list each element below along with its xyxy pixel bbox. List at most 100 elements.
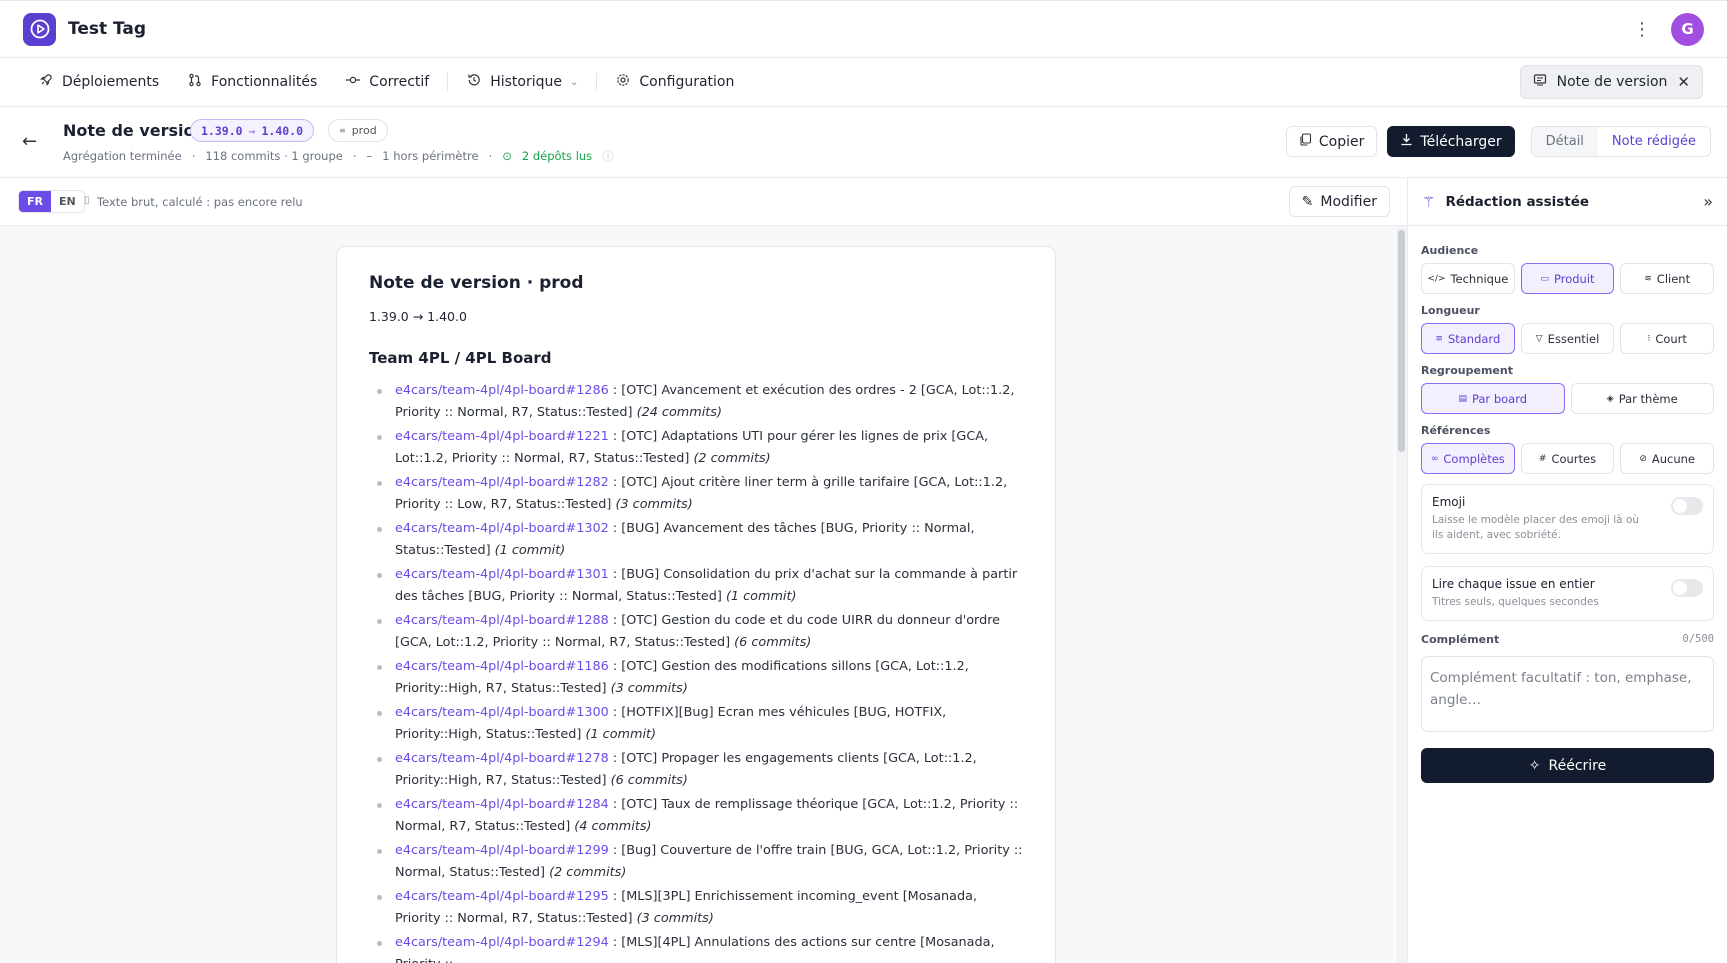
note-range: 1.39.0 → 1.40.0 [369, 309, 467, 324]
note-viewer[interactable]: Note de version · prod 1.39.0 → 1.40.0 T… [0, 226, 1395, 963]
back-arrow-icon[interactable]: ← [22, 131, 37, 152]
issue-link[interactable]: e4cars/team-4pl/4pl-board#1300 [395, 705, 609, 720]
option-label: Client [1656, 271, 1691, 286]
issue-link[interactable]: e4cars/team-4pl/4pl-board#1294 [395, 935, 609, 950]
server-icon: ≡ [339, 126, 346, 135]
audience-client-option[interactable]: ≋ Client [1620, 263, 1715, 294]
issue-link[interactable]: e4cars/team-4pl/4pl-board#1288 [395, 613, 609, 628]
issue-link[interactable]: e4cars/team-4pl/4pl-board#1278 [395, 751, 609, 766]
commit-count: (6 commits) [734, 635, 812, 650]
issue-link[interactable]: e4cars/team-4pl/4pl-board#1186 [395, 659, 609, 674]
note-item-list: e4cars/team-4pl/4pl-board#1286 : [OTC] A… [369, 380, 1023, 963]
references-options: ∞ Complètes # Courtes ⊘ Aucune [1421, 443, 1715, 474]
close-icon[interactable]: ✕ [1677, 73, 1690, 91]
option-label: Par board [1471, 391, 1528, 406]
page-header: ← Note de version 1.39.0 → 1.40.0 ≡ prod… [0, 107, 1727, 178]
nav-divider [596, 73, 598, 91]
issue-link[interactable]: e4cars/team-4pl/4pl-board#1302 [395, 521, 609, 536]
note-item: e4cars/team-4pl/4pl-board#1288 : [OTC] G… [369, 610, 1023, 654]
link-icon: ∞ [1430, 453, 1439, 464]
issue-link[interactable]: e4cars/team-4pl/4pl-board#1299 [395, 843, 609, 858]
nav-item-correctif[interactable]: Correctif [331, 66, 443, 98]
audience-produit-option[interactable]: ▭ Produit [1520, 263, 1615, 294]
scrollbar[interactable] [1396, 226, 1407, 963]
app-logo[interactable] [23, 12, 56, 46]
issue-link[interactable]: e4cars/team-4pl/4pl-board#1286 [395, 383, 609, 398]
view-toggle: Détail Note rédigée [1530, 126, 1711, 157]
length-label: Longueur [1421, 304, 1480, 317]
lang-fr-button[interactable]: FR [19, 191, 51, 212]
meta-dot: · [352, 149, 357, 163]
editor-toolbar: FR EN ▯ Texte brut, calculé : pas encore… [0, 178, 1407, 226]
copy-icon [1299, 133, 1312, 150]
commit-count: (6 commits) [610, 773, 688, 788]
env-badge: ≡ prod [328, 119, 388, 142]
tab-note-de-version[interactable]: Note de version ✕ [1519, 65, 1703, 99]
info-icon[interactable]: ⓘ [602, 148, 614, 164]
nav-item-historique[interactable]: Historique ⌄ [452, 66, 592, 98]
check-circle-icon: ⊙ [502, 149, 512, 163]
read-issue-description: Titres seuls, quelques secondes [1432, 596, 1599, 608]
grouping-label: Regroupement [1421, 364, 1513, 377]
emoji-toggle-card: Emoji Laisse le modèle placer des emoji … [1421, 484, 1714, 554]
nav-divider [447, 73, 449, 91]
pencil-icon: ✎ [1301, 193, 1314, 210]
link-off-icon: ⊘ [1639, 453, 1647, 464]
commit-count: (3 commits) [615, 497, 693, 512]
note-card: Note de version · prod 1.39.0 → 1.40.0 T… [336, 246, 1056, 963]
complement-textarea[interactable] [1421, 656, 1714, 732]
top-bar: Test Tag ⋮ G [0, 0, 1727, 58]
language-toggle: FR EN [18, 190, 85, 213]
copy-button[interactable]: Copier [1285, 126, 1378, 157]
avatar[interactable]: G [1671, 12, 1704, 46]
note-section-title: Team 4PL / 4PL Board [369, 349, 552, 367]
nav-item-fonctionnalites[interactable]: Fonctionnalités [173, 66, 331, 98]
refs-aucune-option[interactable]: ⊘ Aucune [1620, 443, 1715, 474]
commit-count: (1 commit) [585, 727, 657, 742]
length-court-option[interactable]: ⁝ Court [1620, 323, 1715, 354]
download-button[interactable]: Télécharger [1387, 126, 1515, 157]
length-standard-option[interactable]: ≡ Standard [1421, 323, 1515, 354]
copy-label: Copier [1318, 133, 1365, 150]
nav-item-configuration[interactable]: Configuration [601, 66, 748, 98]
issue-link[interactable]: e4cars/team-4pl/4pl-board#1295 [395, 889, 609, 904]
scrollbar-thumb[interactable] [1398, 230, 1405, 452]
gear-icon [615, 73, 631, 91]
view-note-button[interactable]: Note rédigée [1597, 127, 1710, 156]
commit-count: (3 commits) [610, 681, 688, 696]
audience-label: Audience [1421, 244, 1479, 257]
commit-count: (2 commits) [693, 451, 771, 466]
chevrons-right-icon[interactable]: » [1703, 192, 1713, 211]
grouping-options: ▤ Par board ◈ Par thème [1421, 383, 1714, 414]
issue-link[interactable]: e4cars/team-4pl/4pl-board#1284 [395, 797, 609, 812]
code-icon: </> [1427, 273, 1446, 284]
nav-item-deploiements[interactable]: Déploiements [24, 66, 173, 98]
issue-link[interactable]: e4cars/team-4pl/4pl-board#1282 [395, 475, 609, 490]
meta-dot: · [488, 149, 493, 163]
edit-button[interactable]: ✎ Modifier [1288, 186, 1390, 217]
read-issue-toggle[interactable] [1671, 579, 1703, 597]
emoji-toggle[interactable] [1671, 497, 1703, 515]
meta-status: Agrégation terminée [63, 149, 182, 163]
references-label: Références [1421, 424, 1491, 437]
complement-header: Complément 0/500 [1421, 633, 1714, 646]
rocket-icon [38, 73, 54, 91]
lang-en-button[interactable]: EN [51, 191, 84, 212]
nav-label: Configuration [639, 74, 735, 90]
commit-count: (3 commits) [636, 911, 714, 926]
grouping-board-option[interactable]: ▤ Par board [1421, 383, 1565, 414]
note-item: e4cars/team-4pl/4pl-board#1295 : [MLS][3… [369, 886, 1023, 930]
length-essentiel-option[interactable]: ▽ Essentiel [1520, 323, 1615, 354]
board-icon: ▤ [1458, 393, 1467, 404]
audience-technique-option[interactable]: </> Technique [1421, 263, 1515, 294]
grouping-theme-option[interactable]: ◈ Par thème [1570, 383, 1714, 414]
rewrite-button[interactable]: ✧ Réécrire [1421, 748, 1714, 783]
refs-completes-option[interactable]: ∞ Complètes [1421, 443, 1515, 474]
view-detail-button[interactable]: Détail [1532, 127, 1598, 156]
more-vertical-icon[interactable]: ⋮ [1633, 19, 1651, 40]
issue-link[interactable]: e4cars/team-4pl/4pl-board#1221 [395, 429, 609, 444]
option-label: Technique [1450, 271, 1509, 286]
issue-link[interactable]: e4cars/team-4pl/4pl-board#1301 [395, 567, 609, 582]
version-to: 1.40.0 [261, 123, 304, 138]
refs-courtes-option[interactable]: # Courtes [1520, 443, 1615, 474]
